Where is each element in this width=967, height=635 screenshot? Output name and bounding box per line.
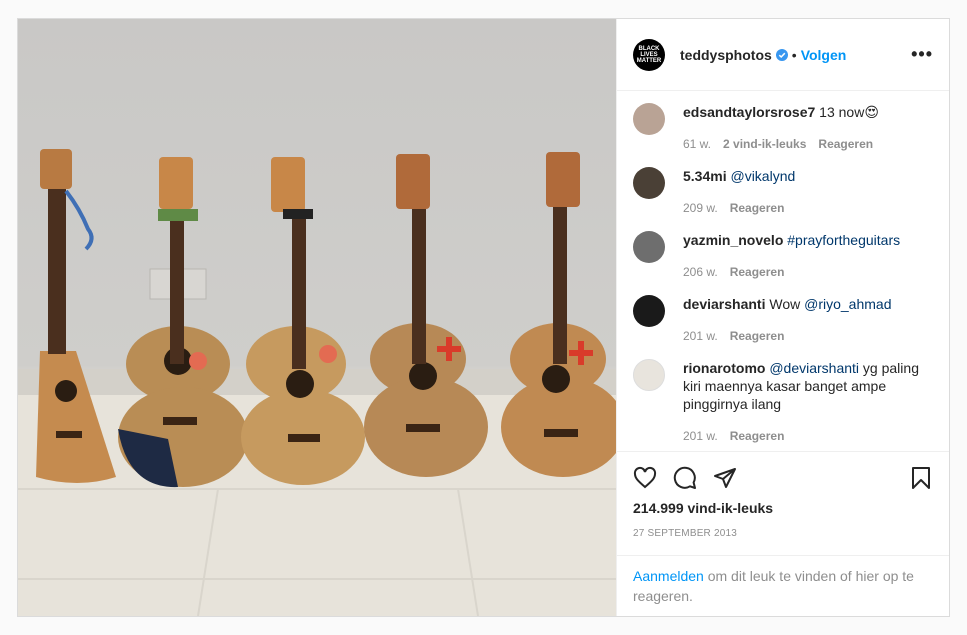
hashtag-link[interactable]: #prayfortheguitars: [787, 232, 900, 248]
reply-button[interactable]: Reageren: [730, 427, 785, 445]
comment-item: 5.34mi @vikalynd 209 w. Reageren: [633, 167, 933, 217]
avatar[interactable]: [633, 359, 665, 391]
avatar[interactable]: BLACK LIVES MATTER: [633, 38, 665, 71]
comment-age[interactable]: 209 w.: [683, 199, 718, 217]
verified-badge-icon: [775, 48, 788, 61]
avatar[interactable]: [633, 231, 665, 263]
comment-age[interactable]: 201 w.: [683, 327, 718, 345]
comment-age[interactable]: 201 w.: [683, 427, 718, 445]
comment-text: Wow: [765, 296, 805, 312]
avatar[interactable]: [633, 295, 665, 327]
more-options-icon[interactable]: •••: [911, 44, 933, 65]
guitar-5: [501, 152, 616, 477]
comment-username[interactable]: deviarshanti: [683, 296, 765, 312]
comment-text: 13 now😍: [815, 104, 879, 120]
comment-likes[interactable]: 2 vind-ik-leuks: [723, 135, 806, 153]
avatar[interactable]: [633, 167, 665, 199]
comment-item: edsandtaylorsrose7 13 now😍 61 w. 2 vind-…: [633, 103, 933, 153]
login-prompt: Aanmelden om dit leuk te vinden of hier …: [617, 555, 949, 616]
reply-button[interactable]: Reageren: [730, 263, 785, 281]
guitar-3: [241, 157, 365, 485]
action-bar: 214.999 vind-ik-leuks 27 september 2013: [617, 451, 949, 539]
post-sidebar: BLACK LIVES MATTER teddysphotos • Volgen…: [616, 19, 949, 616]
post-card: BLACK LIVES MATTER teddysphotos • Volgen…: [17, 18, 950, 617]
separator-dot: •: [791, 46, 797, 63]
mention-link[interactable]: @vikalynd: [730, 168, 795, 184]
reply-button[interactable]: Reageren: [730, 327, 785, 345]
guitar-2: [118, 157, 248, 488]
follow-button[interactable]: Volgen: [801, 47, 847, 63]
comment-username[interactable]: rionarotomo: [683, 360, 765, 376]
comment-age[interactable]: 61 w.: [683, 135, 711, 153]
guitar-4: [364, 154, 488, 477]
comment-username[interactable]: yazmin_novelo: [683, 232, 783, 248]
comment-item: deviarshanti Wow @riyo_ahmad 201 w. Reag…: [633, 295, 933, 345]
comment-icon[interactable]: [673, 466, 697, 490]
paper-plane-icon[interactable]: [713, 466, 737, 490]
post-photo[interactable]: [18, 19, 616, 616]
bookmark-icon[interactable]: [909, 466, 933, 490]
comment-item: rionarotomo @deviarshanti yg paling kiri…: [633, 359, 933, 445]
mention-link[interactable]: @riyo_ahmad: [804, 296, 891, 312]
post-date[interactable]: 27 september 2013: [633, 528, 933, 539]
comment-username[interactable]: edsandtaylorsrose7: [683, 104, 815, 120]
login-link[interactable]: Aanmelden: [633, 568, 704, 584]
heart-icon[interactable]: [633, 466, 657, 490]
comment-item: yazmin_novelo #prayfortheguitars 206 w. …: [633, 231, 933, 281]
comments-list[interactable]: edsandtaylorsrose7 13 now😍 61 w. 2 vind-…: [617, 91, 949, 451]
comment-age[interactable]: 206 w.: [683, 263, 718, 281]
username-link[interactable]: teddysphotos: [680, 47, 772, 63]
guitars-image: [18, 149, 616, 616]
post-header: BLACK LIVES MATTER teddysphotos • Volgen…: [617, 19, 949, 91]
reply-button[interactable]: Reageren: [730, 199, 785, 217]
mention-link[interactable]: @deviarshanti: [765, 360, 859, 376]
avatar[interactable]: [633, 103, 665, 135]
reply-button[interactable]: Reageren: [818, 135, 873, 153]
likes-count[interactable]: 214.999 vind-ik-leuks: [633, 500, 933, 516]
comment-username[interactable]: 5.34mi: [683, 168, 727, 184]
